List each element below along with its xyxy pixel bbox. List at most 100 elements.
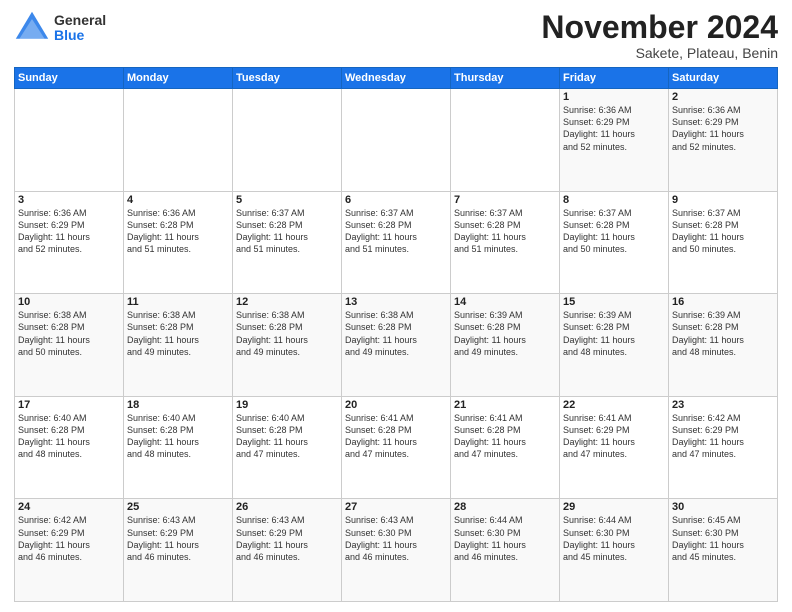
calendar-day-cell: 2Sunrise: 6:36 AM Sunset: 6:29 PM Daylig… bbox=[669, 89, 778, 192]
calendar-day-cell: 19Sunrise: 6:40 AM Sunset: 6:28 PM Dayli… bbox=[233, 396, 342, 499]
calendar-day-cell bbox=[15, 89, 124, 192]
calendar-day-cell: 8Sunrise: 6:37 AM Sunset: 6:28 PM Daylig… bbox=[560, 191, 669, 294]
day-info: Sunrise: 6:39 AM Sunset: 6:28 PM Dayligh… bbox=[563, 309, 665, 358]
calendar-table: SundayMondayTuesdayWednesdayThursdayFrid… bbox=[14, 67, 778, 602]
calendar-day-cell: 11Sunrise: 6:38 AM Sunset: 6:28 PM Dayli… bbox=[124, 294, 233, 397]
day-info: Sunrise: 6:38 AM Sunset: 6:28 PM Dayligh… bbox=[345, 309, 447, 358]
day-info: Sunrise: 6:40 AM Sunset: 6:28 PM Dayligh… bbox=[18, 412, 120, 461]
day-number: 7 bbox=[454, 194, 556, 206]
day-number: 10 bbox=[18, 296, 120, 308]
logo-text: General Blue bbox=[54, 13, 106, 44]
calendar-week-row: 1Sunrise: 6:36 AM Sunset: 6:29 PM Daylig… bbox=[15, 89, 778, 192]
day-info: Sunrise: 6:40 AM Sunset: 6:28 PM Dayligh… bbox=[127, 412, 229, 461]
day-info: Sunrise: 6:37 AM Sunset: 6:28 PM Dayligh… bbox=[236, 207, 338, 256]
day-info: Sunrise: 6:43 AM Sunset: 6:30 PM Dayligh… bbox=[345, 514, 447, 563]
day-number: 18 bbox=[127, 399, 229, 411]
header-day: Monday bbox=[124, 68, 233, 89]
logo: General Blue bbox=[14, 10, 106, 46]
calendar-week-row: 24Sunrise: 6:42 AM Sunset: 6:29 PM Dayli… bbox=[15, 499, 778, 602]
title-block: November 2024 Sakete, Plateau, Benin bbox=[541, 10, 778, 61]
calendar-day-cell: 29Sunrise: 6:44 AM Sunset: 6:30 PM Dayli… bbox=[560, 499, 669, 602]
day-number: 22 bbox=[563, 399, 665, 411]
logo-icon bbox=[14, 10, 50, 46]
calendar-day-cell: 13Sunrise: 6:38 AM Sunset: 6:28 PM Dayli… bbox=[342, 294, 451, 397]
calendar-day-cell: 4Sunrise: 6:36 AM Sunset: 6:28 PM Daylig… bbox=[124, 191, 233, 294]
day-info: Sunrise: 6:38 AM Sunset: 6:28 PM Dayligh… bbox=[18, 309, 120, 358]
day-info: Sunrise: 6:42 AM Sunset: 6:29 PM Dayligh… bbox=[18, 514, 120, 563]
day-info: Sunrise: 6:37 AM Sunset: 6:28 PM Dayligh… bbox=[672, 207, 774, 256]
calendar-day-cell: 23Sunrise: 6:42 AM Sunset: 6:29 PM Dayli… bbox=[669, 396, 778, 499]
day-number: 2 bbox=[672, 91, 774, 103]
day-number: 26 bbox=[236, 501, 338, 513]
calendar-day-cell: 10Sunrise: 6:38 AM Sunset: 6:28 PM Dayli… bbox=[15, 294, 124, 397]
calendar-day-cell bbox=[342, 89, 451, 192]
calendar-day-cell: 21Sunrise: 6:41 AM Sunset: 6:28 PM Dayli… bbox=[451, 396, 560, 499]
day-number: 19 bbox=[236, 399, 338, 411]
calendar-day-cell: 1Sunrise: 6:36 AM Sunset: 6:29 PM Daylig… bbox=[560, 89, 669, 192]
calendar-week-row: 10Sunrise: 6:38 AM Sunset: 6:28 PM Dayli… bbox=[15, 294, 778, 397]
day-info: Sunrise: 6:41 AM Sunset: 6:28 PM Dayligh… bbox=[345, 412, 447, 461]
day-number: 16 bbox=[672, 296, 774, 308]
day-number: 30 bbox=[672, 501, 774, 513]
calendar-day-cell: 15Sunrise: 6:39 AM Sunset: 6:28 PM Dayli… bbox=[560, 294, 669, 397]
day-number: 20 bbox=[345, 399, 447, 411]
subtitle: Sakete, Plateau, Benin bbox=[541, 45, 778, 61]
day-number: 1 bbox=[563, 91, 665, 103]
header-row: SundayMondayTuesdayWednesdayThursdayFrid… bbox=[15, 68, 778, 89]
month-title: November 2024 bbox=[541, 10, 778, 45]
day-info: Sunrise: 6:36 AM Sunset: 6:28 PM Dayligh… bbox=[127, 207, 229, 256]
calendar-week-row: 17Sunrise: 6:40 AM Sunset: 6:28 PM Dayli… bbox=[15, 396, 778, 499]
day-info: Sunrise: 6:42 AM Sunset: 6:29 PM Dayligh… bbox=[672, 412, 774, 461]
calendar-day-cell: 3Sunrise: 6:36 AM Sunset: 6:29 PM Daylig… bbox=[15, 191, 124, 294]
day-number: 28 bbox=[454, 501, 556, 513]
day-info: Sunrise: 6:43 AM Sunset: 6:29 PM Dayligh… bbox=[236, 514, 338, 563]
day-info: Sunrise: 6:39 AM Sunset: 6:28 PM Dayligh… bbox=[672, 309, 774, 358]
header: General Blue November 2024 Sakete, Plate… bbox=[14, 10, 778, 61]
day-info: Sunrise: 6:36 AM Sunset: 6:29 PM Dayligh… bbox=[18, 207, 120, 256]
day-number: 6 bbox=[345, 194, 447, 206]
day-info: Sunrise: 6:44 AM Sunset: 6:30 PM Dayligh… bbox=[563, 514, 665, 563]
calendar-day-cell: 9Sunrise: 6:37 AM Sunset: 6:28 PM Daylig… bbox=[669, 191, 778, 294]
calendar-body: 1Sunrise: 6:36 AM Sunset: 6:29 PM Daylig… bbox=[15, 89, 778, 602]
day-number: 11 bbox=[127, 296, 229, 308]
calendar-day-cell: 6Sunrise: 6:37 AM Sunset: 6:28 PM Daylig… bbox=[342, 191, 451, 294]
day-info: Sunrise: 6:45 AM Sunset: 6:30 PM Dayligh… bbox=[672, 514, 774, 563]
day-info: Sunrise: 6:36 AM Sunset: 6:29 PM Dayligh… bbox=[672, 104, 774, 153]
header-day: Thursday bbox=[451, 68, 560, 89]
day-info: Sunrise: 6:37 AM Sunset: 6:28 PM Dayligh… bbox=[345, 207, 447, 256]
logo-blue: Blue bbox=[54, 28, 106, 43]
day-number: 15 bbox=[563, 296, 665, 308]
day-number: 9 bbox=[672, 194, 774, 206]
day-info: Sunrise: 6:41 AM Sunset: 6:28 PM Dayligh… bbox=[454, 412, 556, 461]
calendar-day-cell: 5Sunrise: 6:37 AM Sunset: 6:28 PM Daylig… bbox=[233, 191, 342, 294]
day-number: 29 bbox=[563, 501, 665, 513]
calendar-day-cell bbox=[451, 89, 560, 192]
day-number: 14 bbox=[454, 296, 556, 308]
header-day: Saturday bbox=[669, 68, 778, 89]
header-day: Sunday bbox=[15, 68, 124, 89]
calendar-day-cell bbox=[124, 89, 233, 192]
logo-general: General bbox=[54, 13, 106, 28]
day-info: Sunrise: 6:40 AM Sunset: 6:28 PM Dayligh… bbox=[236, 412, 338, 461]
calendar-day-cell: 28Sunrise: 6:44 AM Sunset: 6:30 PM Dayli… bbox=[451, 499, 560, 602]
day-number: 5 bbox=[236, 194, 338, 206]
day-number: 24 bbox=[18, 501, 120, 513]
calendar-week-row: 3Sunrise: 6:36 AM Sunset: 6:29 PM Daylig… bbox=[15, 191, 778, 294]
day-number: 3 bbox=[18, 194, 120, 206]
day-info: Sunrise: 6:44 AM Sunset: 6:30 PM Dayligh… bbox=[454, 514, 556, 563]
day-info: Sunrise: 6:39 AM Sunset: 6:28 PM Dayligh… bbox=[454, 309, 556, 358]
day-number: 8 bbox=[563, 194, 665, 206]
day-info: Sunrise: 6:38 AM Sunset: 6:28 PM Dayligh… bbox=[236, 309, 338, 358]
calendar-day-cell: 26Sunrise: 6:43 AM Sunset: 6:29 PM Dayli… bbox=[233, 499, 342, 602]
day-info: Sunrise: 6:43 AM Sunset: 6:29 PM Dayligh… bbox=[127, 514, 229, 563]
day-info: Sunrise: 6:38 AM Sunset: 6:28 PM Dayligh… bbox=[127, 309, 229, 358]
calendar-day-cell: 18Sunrise: 6:40 AM Sunset: 6:28 PM Dayli… bbox=[124, 396, 233, 499]
calendar-day-cell: 25Sunrise: 6:43 AM Sunset: 6:29 PM Dayli… bbox=[124, 499, 233, 602]
day-number: 12 bbox=[236, 296, 338, 308]
day-info: Sunrise: 6:36 AM Sunset: 6:29 PM Dayligh… bbox=[563, 104, 665, 153]
calendar-day-cell: 14Sunrise: 6:39 AM Sunset: 6:28 PM Dayli… bbox=[451, 294, 560, 397]
day-number: 4 bbox=[127, 194, 229, 206]
day-info: Sunrise: 6:37 AM Sunset: 6:28 PM Dayligh… bbox=[454, 207, 556, 256]
page: General Blue November 2024 Sakete, Plate… bbox=[0, 0, 792, 612]
calendar-day-cell bbox=[233, 89, 342, 192]
